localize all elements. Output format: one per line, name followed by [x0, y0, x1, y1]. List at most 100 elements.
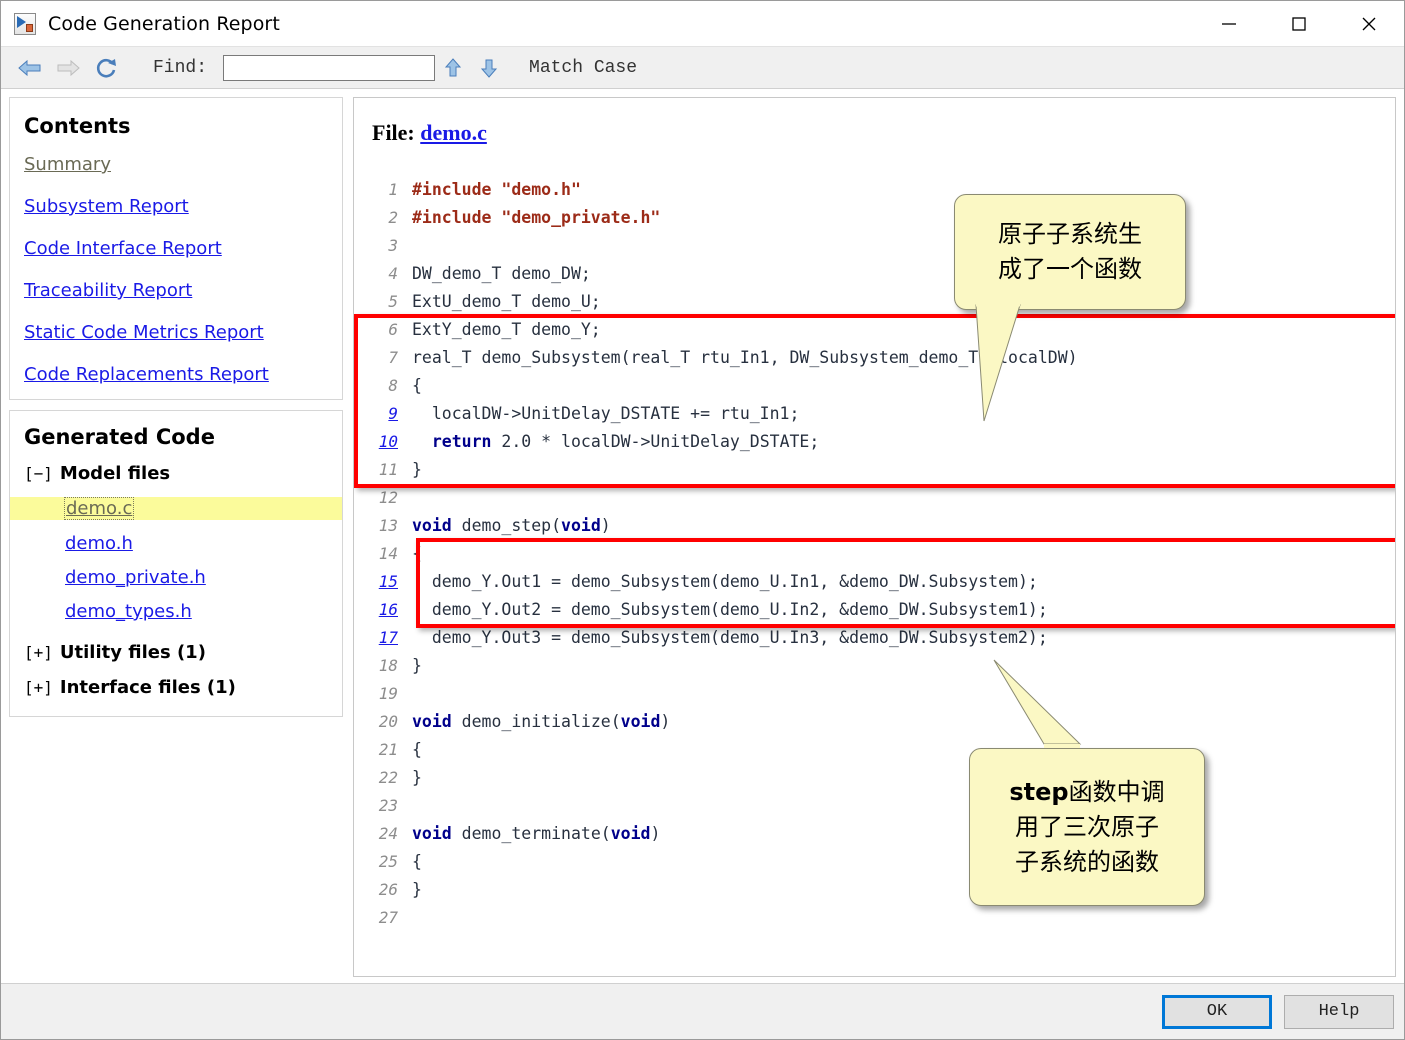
- main-body: Contents Summary Subsystem Report Code I…: [1, 89, 1404, 983]
- tree-file-link[interactable]: demo.h: [65, 533, 133, 554]
- tree-group-label: Interface files (1): [59, 677, 236, 698]
- code-line: 19: [370, 680, 1395, 708]
- down-arrow-icon[interactable]: [471, 49, 507, 87]
- tree-file-demo-private-h[interactable]: demo_private.h: [24, 567, 328, 588]
- ok-button[interactable]: OK: [1162, 994, 1272, 1029]
- code-text: localDW->UnitDelay_DSTATE += rtu_In1;: [412, 404, 800, 423]
- line-number[interactable]: 9: [370, 400, 412, 428]
- code-text: }: [412, 880, 422, 899]
- line-number[interactable]: 16: [370, 596, 412, 624]
- tree-group-interface-files[interactable]: [+] Interface files (1): [24, 677, 328, 698]
- callout1-line1: 原子子系统生: [998, 220, 1142, 248]
- tree-file-link[interactable]: demo_private.h: [65, 567, 206, 588]
- contents-panel: Contents Summary Subsystem Report Code I…: [9, 97, 343, 400]
- code-line: 2 #include "demo_private.h": [370, 204, 1395, 232]
- line-number: 19: [378, 684, 398, 703]
- code-text: {: [412, 544, 422, 563]
- code-line: 22}: [370, 764, 1395, 792]
- expand-toggle-icon[interactable]: [+]: [24, 643, 53, 662]
- report-icon: [14, 12, 36, 35]
- code-text: DW_demo_T demo_DW;: [412, 264, 591, 283]
- line-number[interactable]: 15: [370, 568, 412, 596]
- code-line: 24 void demo_terminate(void): [370, 820, 1395, 848]
- toc-link-static-code-metrics-report[interactable]: Static Code Metrics Report: [24, 322, 328, 343]
- code-text: void demo_terminate(void): [412, 824, 661, 843]
- refresh-icon[interactable]: [87, 49, 125, 87]
- code-generation-report-window: Code Generation Report Find: Match Case …: [0, 0, 1405, 1040]
- code-text: }: [412, 460, 422, 479]
- up-arrow-icon[interactable]: [435, 49, 471, 87]
- line-number: 24: [378, 824, 398, 843]
- callout2-line3: 子系统的函数: [1015, 847, 1159, 876]
- close-icon[interactable]: [1334, 1, 1404, 47]
- callout-atomic-subsystem: 原子子系统生 成了一个函数: [954, 194, 1186, 310]
- code-line: 20 void demo_initialize(void): [370, 708, 1395, 736]
- code-text: ExtY_demo_T demo_Y;: [412, 320, 601, 339]
- code-line: 10 return 2.0 * localDW->UnitDelay_DSTAT…: [370, 428, 1395, 456]
- line-number: 14: [378, 544, 398, 563]
- code-line: 3: [370, 232, 1395, 260]
- line-number: 27: [378, 908, 398, 927]
- code-text: {: [412, 740, 422, 759]
- code-text: #include "demo_private.h": [412, 208, 661, 227]
- code-text: }: [412, 656, 422, 675]
- code-line: 16 demo_Y.Out2 = demo_Subsystem(demo_U.I…: [370, 596, 1395, 624]
- toc-link-subsystem-report[interactable]: Subsystem Report: [24, 196, 328, 217]
- back-arrow-icon[interactable]: [11, 49, 49, 87]
- line-number: 4: [388, 264, 398, 283]
- tree-file-demo-c[interactable]: demo.c: [10, 497, 342, 520]
- maximize-icon[interactable]: [1264, 1, 1334, 47]
- code-line: 7 real_T demo_Subsystem(real_T rtu_In1, D…: [370, 344, 1395, 372]
- callout2-line1: step函数中调: [1009, 775, 1164, 810]
- code-listing: 1 #include "demo.h" 2 #include "demo_privat…: [370, 176, 1395, 932]
- line-number: 7: [388, 348, 398, 367]
- expand-toggle-icon[interactable]: [+]: [24, 678, 53, 697]
- line-number[interactable]: 17: [370, 624, 412, 652]
- help-button[interactable]: Help: [1284, 994, 1394, 1029]
- tree-file-demo-types-h[interactable]: demo_types.h: [24, 601, 328, 622]
- line-number: 20: [378, 712, 398, 731]
- generated-code-title: Generated Code: [24, 425, 215, 449]
- code-line: 4 DW_demo_T demo_DW;: [370, 260, 1395, 288]
- toc-link-code-replacements-report[interactable]: Code Replacements Report: [24, 364, 328, 385]
- toc-link-traceability-report[interactable]: Traceability Report: [24, 280, 328, 301]
- file-label: File:: [372, 120, 415, 145]
- footer-bar: OK Help: [1, 983, 1404, 1039]
- code-line: 1 #include "demo.h": [370, 176, 1395, 204]
- code-line: 6 ExtY_demo_T demo_Y;: [370, 316, 1395, 344]
- line-number[interactable]: 10: [370, 428, 412, 456]
- code-line: 27: [370, 904, 1395, 932]
- search-input[interactable]: [223, 54, 436, 81]
- line-number: 2: [388, 208, 398, 227]
- code-line: 14 {: [370, 540, 1395, 568]
- navigation-toolbar: Find: Match Case: [1, 47, 1404, 89]
- code-line: 15 demo_Y.Out1 = demo_Subsystem(demo_U.I…: [370, 568, 1395, 596]
- code-line: 25 {: [370, 848, 1395, 876]
- minimize-icon[interactable]: [1194, 1, 1264, 47]
- tree-file-demo-h[interactable]: demo.h: [24, 533, 328, 554]
- generated-code-panel: Generated Code [−] Model files demo.c de…: [9, 410, 343, 717]
- toc-link-code-interface-report[interactable]: Code Interface Report: [24, 238, 328, 259]
- code-line: 12: [370, 484, 1395, 512]
- code-line: 17 demo_Y.Out3 = demo_Subsystem(demo_U.I…: [370, 624, 1395, 652]
- code-text: #include "demo.h": [412, 180, 581, 199]
- line-number: 5: [388, 292, 398, 311]
- code-text: void demo_step(void): [412, 516, 611, 535]
- forward-arrow-icon: [49, 49, 87, 87]
- callout2-rest: 函数中调: [1068, 777, 1165, 806]
- line-number: 23: [378, 796, 398, 815]
- code-view-panel[interactable]: File: demo.c 1 #include "demo.h" 2 #include…: [353, 97, 1396, 977]
- callout1-tail: [975, 303, 1021, 422]
- tree-file-link[interactable]: demo.c: [63, 497, 135, 520]
- tree-file-link[interactable]: demo_types.h: [65, 601, 192, 622]
- match-case-label[interactable]: Match Case: [529, 58, 637, 78]
- code-text: return 2.0 * localDW->UnitDelay_DSTATE;: [431, 432, 820, 451]
- file-name-link[interactable]: demo.c: [420, 120, 487, 145]
- toc-link-summary[interactable]: Summary: [24, 154, 328, 175]
- code-text: {: [412, 376, 422, 395]
- line-number: 12: [378, 488, 398, 507]
- tree-group-utility-files[interactable]: [+] Utility files (1): [24, 642, 328, 663]
- collapse-toggle-icon[interactable]: [−]: [24, 464, 53, 483]
- callout-step-calls: step函数中调 用了三次原子 子系统的函数: [969, 748, 1205, 906]
- tree-group-model-files[interactable]: [−] Model files: [24, 463, 328, 484]
